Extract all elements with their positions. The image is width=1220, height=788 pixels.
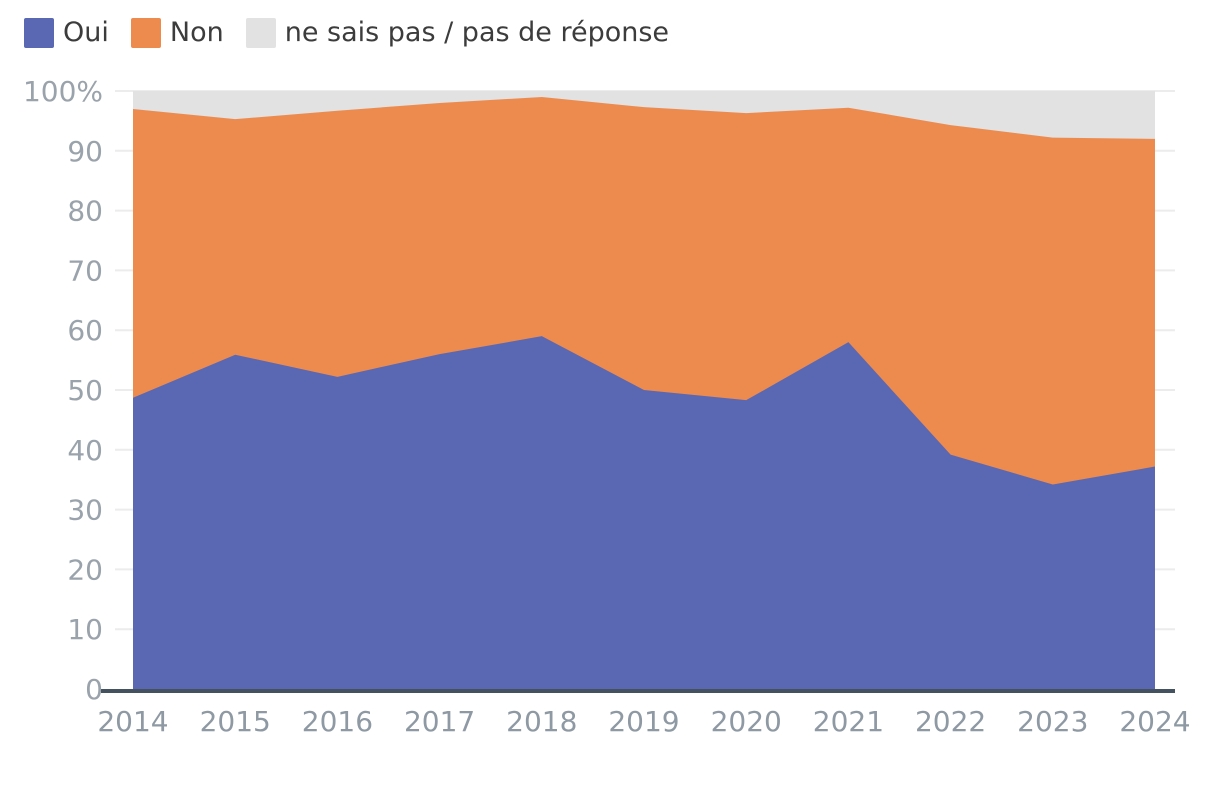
y-axis-tick-label: 60: [67, 314, 103, 347]
y-axis-tick-label: 90: [67, 135, 103, 168]
x-axis-tick-label: 2015: [200, 705, 271, 738]
legend-swatch-non: [130, 18, 161, 48]
x-axis-tick-label: 2024: [1119, 705, 1190, 738]
y-axis-tick-label: 80: [67, 195, 103, 228]
chart-page: Oui Non ne sais pas / pas de réponse 100…: [0, 0, 1220, 788]
x-axis-tick-label: 2020: [711, 705, 782, 738]
y-axis-tick-label: 20: [67, 553, 103, 586]
y-axis-tick-label: 0: [85, 673, 103, 706]
y-axis-tick-label: 50: [67, 374, 103, 407]
legend-label-ne-sais-pas: ne sais pas / pas de réponse: [284, 17, 670, 48]
chart-svg: 100% 90 80 70 60 50 40 30 20 10 0 2014 2015 2016 2017…: [23, 75, 1191, 738]
x-axis-tick-label: 2018: [506, 705, 577, 738]
x-axis-tick-label: 2016: [302, 705, 373, 738]
stacked-area-chart: 100% 90 80 70 60 50 40 30 20 10 0 2014 2015 2016 2017…: [0, 60, 1220, 760]
legend-swatch-ne-sais-pas: [245, 18, 276, 48]
x-axis-tick-label: 2014: [97, 705, 168, 738]
y-axis-tick-label: 10: [67, 613, 103, 646]
legend-item-ne-sais-pas[interactable]: ne sais pas / pas de réponse: [245, 17, 670, 48]
legend-label-oui: Oui: [63, 17, 109, 48]
area-series-group: [133, 91, 1155, 690]
y-axis-tick-label: 70: [67, 254, 103, 287]
y-axis-tick-label: 100%: [23, 75, 103, 108]
x-axis-tick-label: 2019: [608, 705, 679, 738]
x-axis-tick-label: 2022: [915, 705, 986, 738]
y-axis-tick-labels: 100% 90 80 70 60 50 40 30 20 10 0: [23, 75, 103, 706]
x-axis-tick-labels: 2014 2015 2016 2017 2018 2019 2020 2021 2022 2023…: [97, 705, 1190, 738]
legend-label-non: Non: [169, 17, 224, 48]
y-axis-tick-label: 30: [67, 494, 103, 527]
chart-legend: Oui Non ne sais pas / pas de réponse: [24, 14, 691, 52]
legend-item-non[interactable]: Non: [130, 17, 224, 48]
x-axis-tick-label: 2021: [813, 705, 884, 738]
x-axis-tick-label: 2017: [404, 705, 475, 738]
x-axis-tick-label: 2023: [1017, 705, 1088, 738]
legend-swatch-oui: [24, 18, 54, 48]
legend-item-oui[interactable]: Oui: [24, 18, 109, 48]
y-axis-tick-label: 40: [67, 434, 103, 467]
